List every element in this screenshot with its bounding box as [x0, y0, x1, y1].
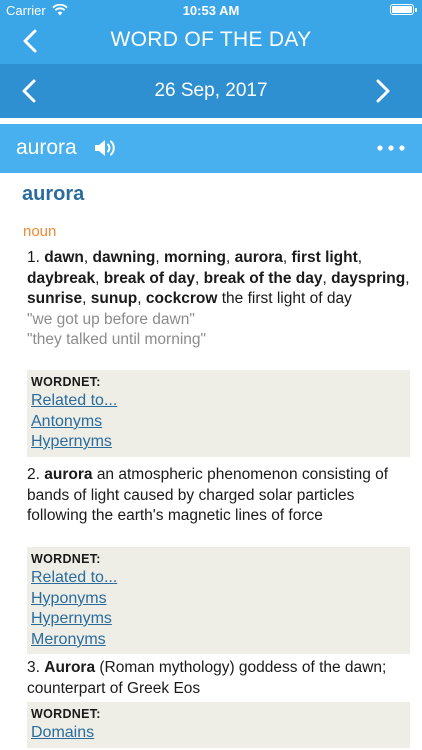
wordnet-link-related-to[interactable]: Related to... [31, 568, 410, 589]
next-day-icon[interactable] [370, 78, 394, 104]
top-bar: Carrier 10:53 AM WORD OF THE DAY [0, 0, 422, 64]
battery-icon [390, 4, 417, 15]
wordnet-box: WORDNET: Domains [27, 702, 410, 748]
synonym-term: sunup [90, 290, 138, 307]
wordnet-link-hyponyms[interactable]: Hyponyms [31, 589, 410, 610]
sense-2: 2. aurora an atmospheric phenomenon cons… [27, 465, 412, 527]
wordnet-link-meronyms[interactable]: Meronyms [31, 630, 410, 651]
status-bar: Carrier 10:53 AM [0, 0, 422, 20]
word-title: aurora [16, 136, 77, 159]
sense-number: 1. [27, 249, 40, 266]
wordnet-box: WORDNET: Related to... Antonyms Hypernyms [27, 370, 410, 457]
wordnet-link-antonyms[interactable]: Antonyms [31, 412, 410, 433]
usage-example: "we got up before dawn" [27, 310, 195, 328]
synonym-term: dayspring [331, 269, 406, 287]
wordnet-label: WORDNET: [31, 552, 101, 566]
wordnet-link-hypernyms[interactable]: Hypernyms [31, 609, 410, 630]
synonym-term: aurora [44, 466, 93, 483]
word-bar: aurora [0, 124, 422, 173]
wordnet-link-domains[interactable]: Domains [31, 723, 410, 744]
sense-number: 2. [27, 466, 40, 483]
sense-3: 3. Aurora (Roman mythology) goddess of t… [27, 658, 412, 699]
synonym-term: sunrise [27, 290, 83, 307]
synonym-term: dawn [44, 249, 84, 266]
synonym-term: dawning [92, 249, 156, 266]
usage-example: "they talked until morning" [27, 331, 207, 348]
wordnet-label: WORDNET: [31, 375, 101, 389]
synonym-term: cockcrow [145, 290, 218, 307]
synonym-term: morning [163, 249, 226, 266]
synonym-term: Aurora [44, 659, 96, 676]
speaker-icon[interactable] [93, 137, 117, 159]
date-bar: 26 Sep, 2017 [0, 64, 422, 118]
synonym-term: daybreak [27, 269, 96, 287]
wordnet-link-related-to[interactable]: Related to... [31, 391, 410, 412]
synonym-term: break of the day [203, 269, 323, 287]
status-time: 10:53 AM [182, 3, 240, 18]
wordnet-label: WORDNET: [31, 707, 101, 721]
sense-1: 1. dawn, dawning, morning, aurora, first… [27, 248, 412, 351]
sense-number: 3. [27, 659, 40, 676]
synonym-term: break of day [103, 269, 196, 287]
more-options-icon[interactable] [376, 138, 406, 158]
page-title: WORD OF THE DAY [110, 28, 312, 51]
part-of-speech: noun [23, 223, 57, 240]
wordnet-link-hypernyms[interactable]: Hypernyms [31, 432, 410, 453]
headword: aurora [22, 183, 85, 205]
sense-definition: the first light of day [221, 290, 352, 307]
wordnet-box: WORDNET: Related to... Hyponyms Hypernyms Me… [27, 547, 410, 654]
synonym-term: first light [291, 249, 358, 266]
date-label: 26 Sep, 2017 [154, 80, 268, 101]
synonym-term: aurora [234, 249, 283, 266]
